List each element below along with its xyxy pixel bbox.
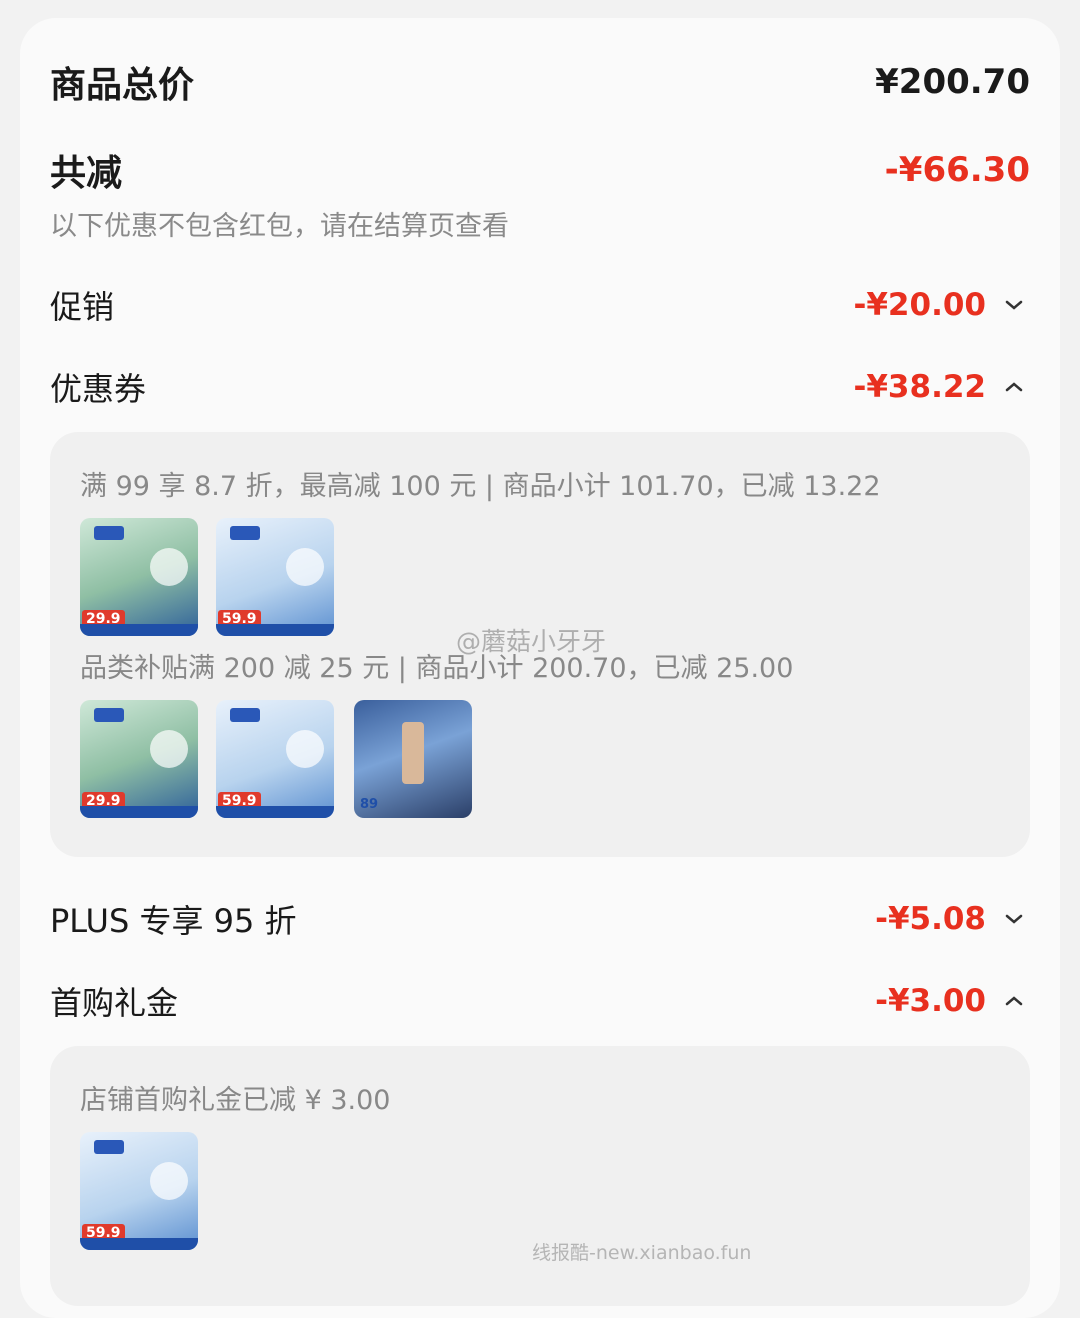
promotion-value: -¥20.00 — [853, 287, 987, 323]
coupon-detail-text-1: 满 99 享 8.7 折，最高减 100 元 | 商品小计 101.70，已减 … — [80, 471, 881, 502]
product-thumbnail[interactable]: 29.9 — [80, 700, 198, 818]
chevron-up-icon[interactable] — [998, 371, 1030, 403]
chevron-up-icon[interactable] — [998, 985, 1030, 1017]
coupon-value: -¥38.22 — [853, 369, 987, 405]
total-price-row: 商品总价 ¥200.70 — [50, 56, 1030, 108]
total-reduce-value: -¥66.30 — [884, 150, 1030, 190]
total-reduce-label: 共减 — [50, 153, 123, 194]
first-purchase-gift-row[interactable]: 首购礼金 -¥3.00 — [50, 978, 1030, 1024]
product-thumbnail[interactable]: 59.9 — [80, 1132, 198, 1250]
site-watermark: 线报酷-new.xianbao.fun — [532, 1242, 752, 1264]
first-purchase-gift-label: 首购礼金 — [50, 984, 179, 1022]
chevron-down-icon[interactable] — [998, 903, 1030, 935]
product-thumbnail[interactable]: 89 — [354, 700, 472, 818]
promotion-row[interactable]: 促销 -¥20.00 — [50, 282, 1030, 328]
chevron-down-icon[interactable] — [998, 289, 1030, 321]
coupon-label: 优惠券 — [50, 370, 147, 408]
product-thumbnail[interactable]: 29.9 — [80, 518, 198, 636]
plus-discount-label: PLUS 专享 95 折 — [50, 902, 297, 940]
discount-note: 以下优惠不包含红包，请在结算页查看 — [50, 211, 509, 242]
coupon-detail-text-2: 品类补贴满 200 减 25 元 | 商品小计 200.70，已减 25.00 — [80, 653, 794, 684]
first-purchase-gift-value: -¥3.00 — [875, 983, 986, 1019]
promotion-label: 促销 — [50, 288, 115, 326]
gift-detail-text: 店铺首购礼金已减 ¥ 3.00 — [80, 1085, 391, 1116]
product-thumbnail[interactable]: 59.9 — [216, 518, 334, 636]
coupon-row[interactable]: 优惠券 -¥38.22 — [50, 364, 1030, 410]
product-thumbnail[interactable]: 59.9 — [216, 700, 334, 818]
plus-discount-row[interactable]: PLUS 专享 95 折 -¥5.08 — [50, 896, 1030, 942]
gift-detail-panel: 店铺首购礼金已减 ¥ 3.00 59.9 — [50, 1046, 1030, 1306]
total-reduce-row: 共减 -¥66.30 — [50, 144, 1030, 196]
plus-discount-value: -¥5.08 — [875, 901, 986, 937]
weibo-watermark: @蘑菇小牙牙 — [456, 627, 607, 656]
total-price-value: ¥200.70 — [875, 62, 1030, 102]
total-price-label: 商品总价 — [50, 65, 195, 106]
